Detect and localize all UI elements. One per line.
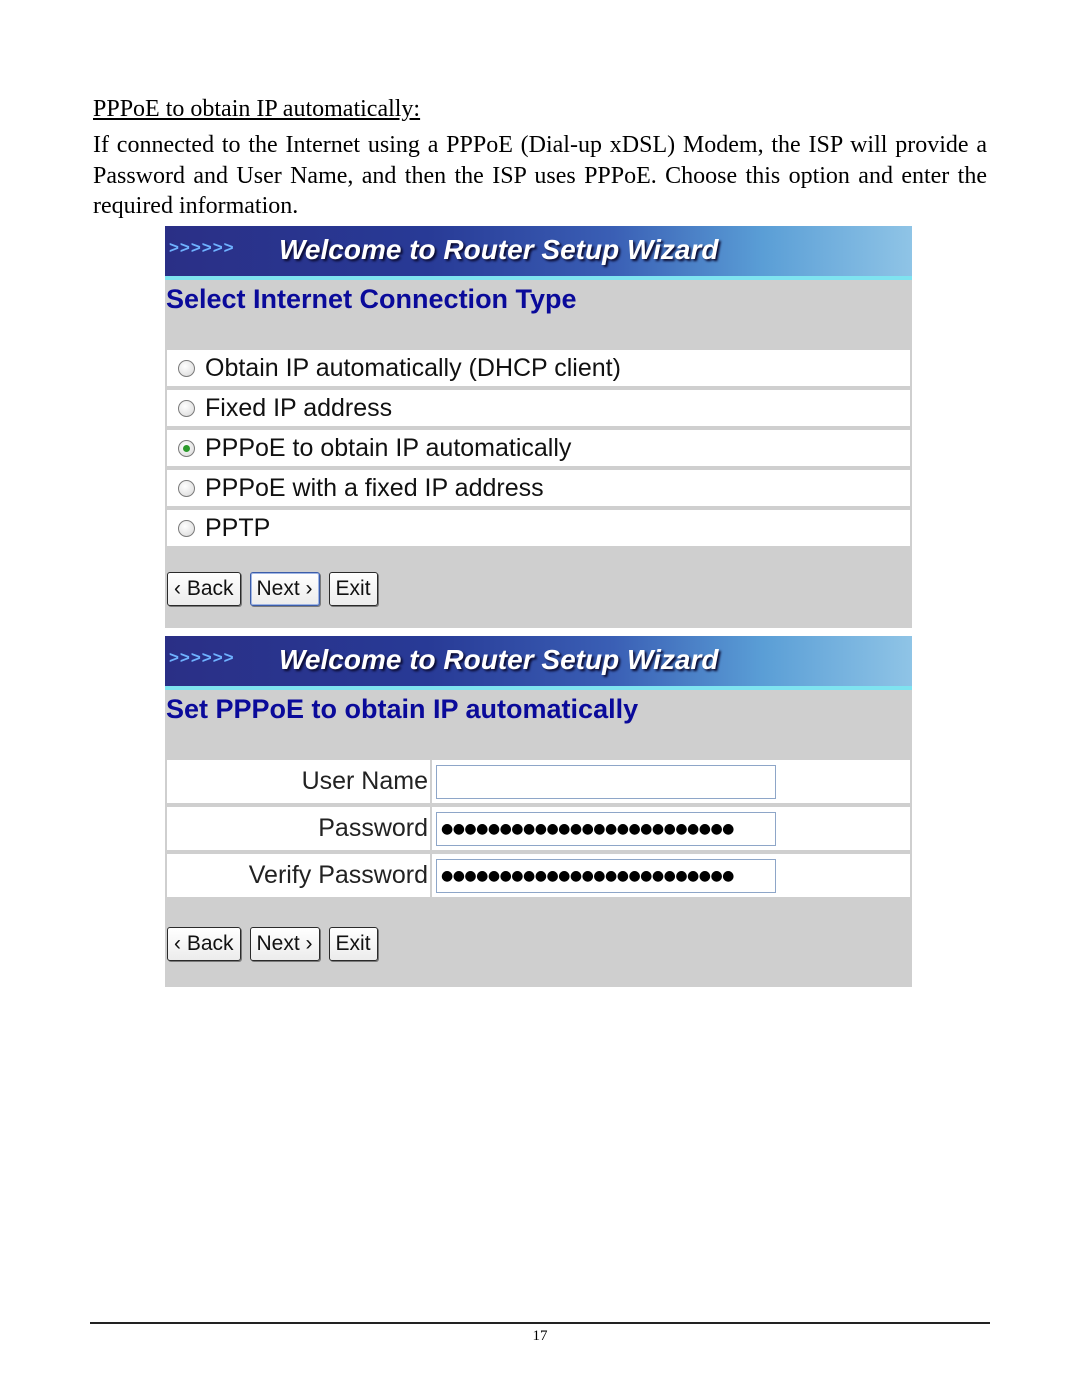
username-label: User Name — [167, 760, 432, 803]
option-label: PPPoE to obtain IP automatically — [205, 433, 572, 462]
wizard-subtitle: Select Internet Connection Type — [166, 284, 577, 314]
radio-icon[interactable] — [178, 399, 195, 417]
password-row: Password — [167, 807, 910, 850]
radio-icon[interactable] — [178, 479, 195, 497]
section-paragraph: If connected to the Internet using a PPP… — [93, 132, 987, 219]
option-label: Obtain IP automatically (DHCP client) — [205, 353, 621, 382]
arrows-icon: >>>>>> — [169, 238, 235, 257]
button-bar: ‹ Back Next › Exit — [165, 901, 912, 987]
option-label: Fixed IP address — [205, 393, 393, 422]
document-page: PPPoE to obtain IP automatically: If con… — [0, 0, 1080, 1397]
username-row: User Name — [167, 760, 910, 803]
wizard-banner: >>>>>> Welcome to Router Setup Wizard — [165, 226, 912, 280]
pppoe-form: User Name Password Verify Password — [165, 760, 912, 897]
next-button[interactable]: Next › — [249, 572, 320, 606]
password-input[interactable] — [436, 811, 776, 846]
radio-checked-icon[interactable] — [178, 439, 195, 457]
back-button[interactable]: ‹ Back — [167, 927, 241, 961]
option-label: PPTP — [205, 513, 271, 542]
wizard-subtitle: Set PPPoE to obtain IP automatically — [166, 694, 639, 724]
footer-divider — [90, 1322, 990, 1324]
banner-title: Welcome to Router Setup Wizard — [279, 644, 719, 675]
radio-icon[interactable] — [178, 519, 195, 537]
button-bar: ‹ Back Next › Exit — [165, 550, 912, 628]
option-label: PPPoE with a fixed IP address — [205, 473, 544, 502]
page-number: 17 — [532, 1328, 548, 1344]
wizard-connection-type: >>>>>> Welcome to Router Setup Wizard Se… — [165, 226, 912, 628]
option-pptp[interactable]: PPTP — [167, 510, 910, 546]
next-button[interactable]: Next › — [249, 927, 320, 961]
section-heading: PPPoE to obtain IP automatically: — [93, 96, 421, 122]
wizard-pppoe-settings: >>>>>> Welcome to Router Setup Wizard Se… — [165, 636, 912, 987]
password-label: Password — [167, 807, 432, 850]
verify-password-label: Verify Password — [167, 854, 432, 897]
radio-icon[interactable] — [178, 359, 195, 377]
banner-title: Welcome to Router Setup Wizard — [279, 234, 719, 265]
option-fixed-ip[interactable]: Fixed IP address — [167, 390, 910, 426]
option-dhcp[interactable]: Obtain IP automatically (DHCP client) — [167, 350, 910, 386]
back-button[interactable]: ‹ Back — [167, 572, 241, 606]
option-pppoe-fixed[interactable]: PPPoE with a fixed IP address — [167, 470, 910, 506]
verify-password-row: Verify Password — [167, 854, 910, 897]
exit-button[interactable]: Exit — [328, 572, 378, 606]
connection-type-options: Obtain IP automatically (DHCP client) Fi… — [165, 350, 912, 546]
username-input[interactable] — [436, 764, 776, 799]
wizard-banner: >>>>>> Welcome to Router Setup Wizard — [165, 636, 912, 690]
option-pppoe-auto[interactable]: PPPoE to obtain IP automatically — [167, 430, 910, 466]
arrows-icon: >>>>>> — [169, 648, 235, 667]
exit-button[interactable]: Exit — [328, 927, 378, 961]
verify-password-input[interactable] — [436, 858, 776, 893]
